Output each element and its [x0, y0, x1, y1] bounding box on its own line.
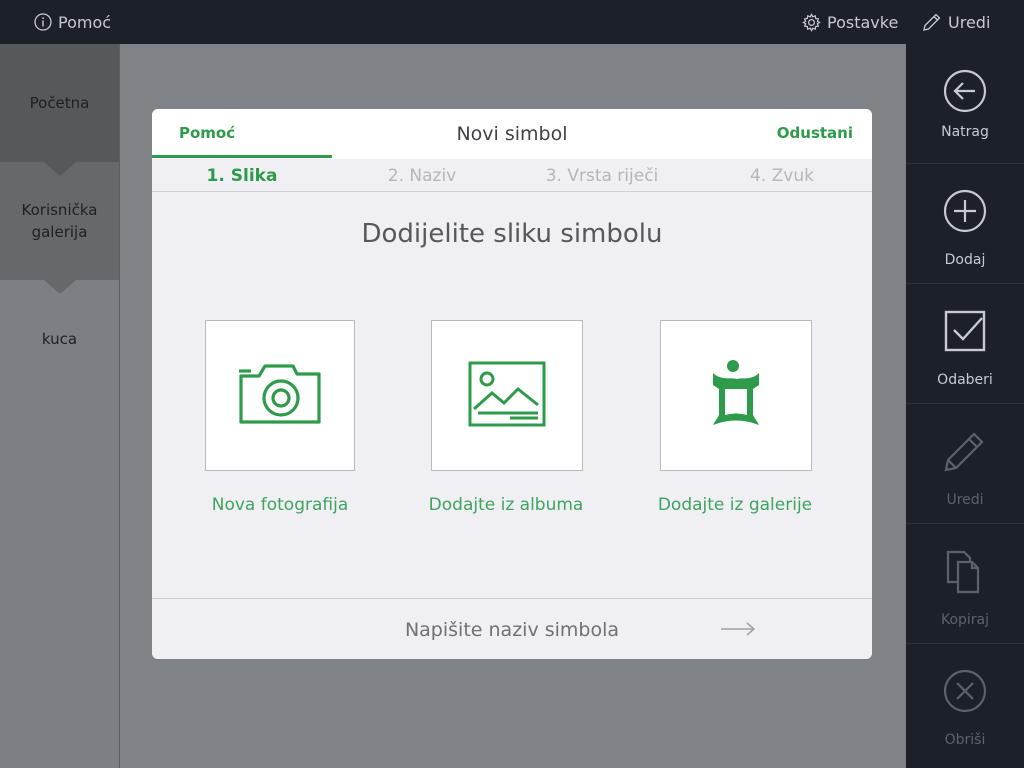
gear-icon — [802, 12, 821, 32]
settings-label: Postavke — [827, 12, 899, 32]
select-button[interactable]: Odaberi — [906, 284, 1024, 404]
cancel-button[interactable]: Odustani — [777, 109, 853, 157]
add-label: Dodaj — [944, 252, 986, 268]
sidebar-item-user-gallery[interactable]: Korisnička galerija — [0, 162, 119, 280]
info-circle-icon — [34, 13, 52, 31]
select-label: Odaberi — [937, 372, 993, 388]
from-album-option[interactable]: Dodajte iz albuma — [429, 320, 583, 515]
tab-step-word-type: 3. Vrsta riječi — [545, 165, 659, 186]
dialog-help-button[interactable]: Pomoć — [179, 109, 235, 157]
new-photo-tile[interactable] — [205, 320, 355, 471]
from-album-label[interactable]: Dodajte iz albuma — [391, 495, 621, 515]
sidebar-item-kuca[interactable]: kuca — [0, 280, 119, 398]
copy-button[interactable]: Kopiraj — [906, 524, 1024, 644]
top-bar: Pomoć Postavke Uredi — [0, 0, 1024, 44]
next-step-label: Napišite naziv simbola — [404, 618, 620, 641]
new-photo-option[interactable]: Nova fotografija — [205, 320, 355, 515]
back-button[interactable]: Natrag — [906, 44, 1024, 164]
tab-step-name: 2. Naziv — [387, 165, 457, 186]
from-album-tile[interactable] — [431, 320, 583, 471]
edit-symbol-button[interactable]: Uredi — [906, 404, 1024, 524]
step-tabs: 1. Slika 2. Naziv 3. Vrsta riječi 4. Zvu… — [152, 159, 872, 192]
breadcrumb-notch — [44, 280, 76, 294]
dialog-header: Novi simbol Pomoć Odustani — [152, 109, 872, 159]
pencil-icon — [922, 12, 942, 32]
dialog-title: Novi simbol — [456, 123, 568, 145]
sidebar-item-home[interactable]: Početna — [0, 44, 119, 162]
tab-step-image[interactable]: 1. Slika — [152, 159, 332, 192]
help-button[interactable]: Pomoć — [34, 0, 111, 44]
close-circle-icon — [942, 668, 988, 714]
arrow-right-icon — [720, 621, 756, 641]
edit-button[interactable]: Uredi — [922, 0, 990, 44]
active-step-indicator — [152, 155, 332, 158]
new-symbol-dialog: Novi simbol Pomoć Odustani 1. Slika 2. N… — [152, 109, 872, 659]
add-button[interactable]: Dodaj — [906, 164, 1024, 284]
copy-label: Kopiraj — [940, 612, 990, 628]
back-label: Natrag — [941, 124, 989, 140]
next-step-bar[interactable]: Napišite naziv simbola — [152, 598, 872, 659]
image-icon — [468, 361, 546, 431]
action-toolbar: Natrag Dodaj Odaberi Uredi Kopiraj Obriš… — [906, 44, 1024, 768]
delete-label: Obriši — [944, 732, 986, 748]
new-photo-label[interactable]: Nova fotografija — [165, 495, 395, 515]
from-gallery-option[interactable]: Dodajte iz galerije — [658, 320, 812, 515]
back-arrow-circle-icon — [942, 68, 988, 114]
breadcrumb-notch — [44, 162, 76, 176]
checkbox-icon — [942, 308, 988, 354]
edit-label: Uredi — [948, 12, 991, 32]
sidebar-item-label: Početna — [29, 94, 90, 112]
gallery-symbol-icon — [711, 359, 761, 433]
from-gallery-tile[interactable] — [660, 320, 812, 471]
sidebar-item-label: kuca — [41, 330, 78, 348]
from-gallery-label[interactable]: Dodajte iz galerije — [620, 495, 850, 515]
sidebar-item-label: Korisnička galerija — [21, 201, 98, 241]
tab-step-sound: 4. Zvuk — [750, 165, 814, 186]
camera-icon — [237, 362, 323, 430]
delete-button[interactable]: Obriši — [906, 644, 1024, 764]
copy-icon — [942, 548, 988, 594]
sidebar: Početna Korisnička galerija kuca — [0, 44, 119, 768]
plus-circle-icon — [942, 188, 988, 234]
help-label: Pomoć — [58, 12, 112, 32]
dialog-heading: Dodijelite sliku simbolu — [361, 219, 663, 249]
pencil-icon — [942, 428, 988, 474]
settings-button[interactable]: Postavke — [802, 0, 898, 44]
edit-symbol-label: Uredi — [946, 492, 984, 508]
